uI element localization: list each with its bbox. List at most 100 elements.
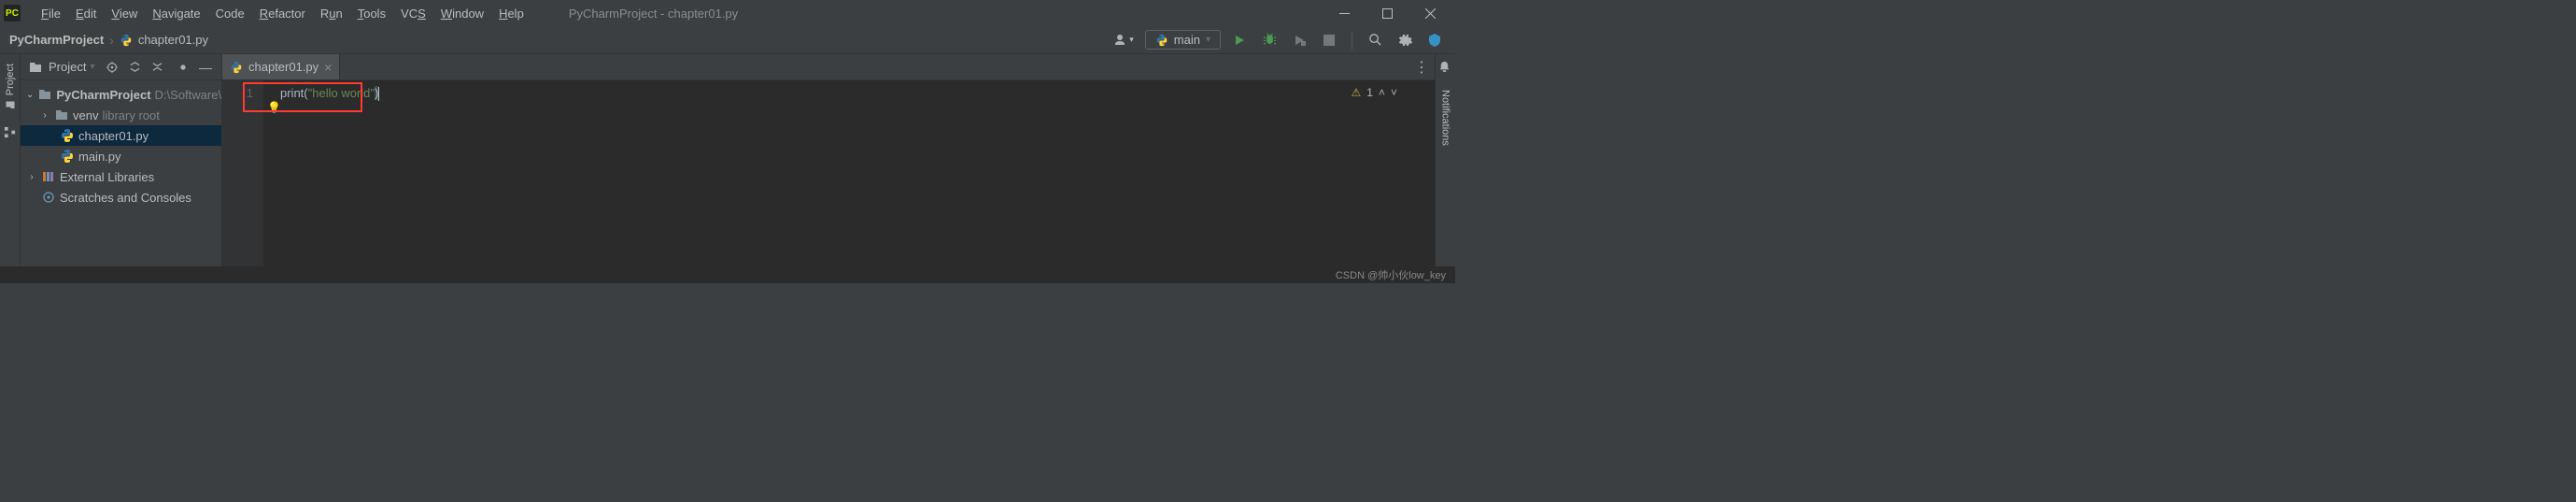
project-panel-title[interactable]: Project	[49, 60, 86, 74]
watermark-text: CSDN @帅小伙low_key	[1336, 267, 1446, 282]
project-tool-window: Project ▾ — PyCharmProject D:\Software\P…	[21, 54, 222, 266]
python-file-icon	[230, 61, 243, 74]
window-controls	[1323, 0, 1451, 26]
menu-tools[interactable]: TToolsools	[350, 3, 393, 24]
menu-refactor[interactable]: RRefactorefactor	[252, 3, 313, 24]
menu-run[interactable]: RuRunn	[313, 3, 350, 24]
tree-file-chapter01[interactable]: chapter01.py	[21, 125, 221, 146]
tree-venv-folder[interactable]: venv library root	[21, 105, 221, 125]
menu-edit[interactable]: EEditdit	[68, 3, 104, 24]
menu-view[interactable]: VViewiew	[104, 3, 145, 24]
code-with-me-button[interactable]	[1423, 29, 1446, 51]
close-tab-button[interactable]: ×	[324, 60, 332, 75]
right-tool-rail: Notifications	[1435, 54, 1455, 266]
left-tool-rail: Project	[0, 54, 21, 266]
code-editor[interactable]: print("hello world") 💡 ⚠ 1 ˄ ˅	[263, 80, 1435, 266]
tree-node-label: venv	[73, 108, 98, 122]
expand-arrow-icon[interactable]	[39, 110, 50, 121]
editor-area: chapter01.py × ⋮ 1 print("hello world") …	[222, 54, 1435, 266]
tree-node-label: main.py	[78, 150, 121, 164]
tree-external-libraries[interactable]: External Libraries	[21, 166, 221, 187]
panel-settings-button[interactable]	[175, 59, 191, 76]
tabs-overflow: ⋮	[1414, 54, 1435, 79]
menu-navigate[interactable]: NNavigateavigate	[145, 3, 207, 24]
expand-arrow-icon[interactable]	[26, 90, 34, 100]
scratches-icon	[41, 190, 56, 205]
status-bar: CSDN @帅小伙low_key	[0, 266, 1455, 283]
warning-count: 1	[1366, 86, 1373, 99]
next-highlight-button[interactable]: ˅	[1391, 86, 1397, 99]
editor-body: 1 print("hello world") 💡 ⚠ 1 ˄ ˅	[222, 80, 1435, 266]
menu-file[interactable]: FFileile	[34, 3, 68, 24]
code-token-string: "hello world"	[308, 86, 375, 100]
collapse-all-button[interactable]	[149, 59, 165, 76]
tree-file-main[interactable]: main.py	[21, 146, 221, 166]
select-opened-file-button[interactable]	[104, 59, 120, 76]
breadcrumb-separator: ›	[109, 33, 114, 48]
breadcrumb: PyCharmProject › chapter01.py	[9, 33, 208, 48]
prev-highlight-button[interactable]: ˄	[1379, 86, 1385, 99]
tree-scratches[interactable]: Scratches and Consoles	[21, 187, 221, 208]
project-tree: PyCharmProject D:\Software\PyCharm\PyCha…	[21, 80, 221, 211]
run-button[interactable]	[1228, 29, 1251, 51]
tree-node-label: External Libraries	[60, 170, 154, 184]
python-file-icon	[60, 149, 75, 164]
tab-options-button[interactable]: ⋮	[1414, 58, 1429, 77]
toolbar-right: ▾ main ▾	[1109, 29, 1446, 51]
inspection-widget[interactable]: ⚠ 1 ˄ ˅	[1352, 86, 1397, 99]
run-coverage-button[interactable]	[1288, 29, 1310, 51]
navigation-bar: PyCharmProject › chapter01.py ▾ main ▾	[0, 26, 1455, 54]
tree-node-label: chapter01.py	[78, 129, 149, 143]
window-title: PyCharmProject - chapter01.py	[569, 7, 738, 21]
editor-tabs: chapter01.py × ⋮	[222, 54, 1435, 80]
run-configuration-selector[interactable]: main ▾	[1145, 30, 1221, 50]
project-panel-header: Project ▾ —	[21, 54, 221, 80]
menu-bar: FFileile EEditdit VViewiew NNavigateavig…	[34, 3, 531, 24]
editor-tab-chapter01[interactable]: chapter01.py ×	[222, 54, 340, 79]
libraries-icon	[41, 169, 56, 184]
library-folder-icon	[54, 108, 69, 122]
python-icon	[1155, 34, 1168, 47]
main-area: Project Project ▾ — PyCharmProject	[0, 54, 1455, 266]
search-everywhere-button[interactable]	[1364, 29, 1386, 51]
breadcrumb-file[interactable]: chapter01.py	[138, 33, 208, 47]
tree-node-label: Scratches and Consoles	[60, 191, 191, 205]
folder-icon	[37, 87, 52, 102]
python-file-icon	[120, 34, 133, 47]
project-tool-button[interactable]: Project	[5, 58, 16, 116]
code-token-function: print	[280, 86, 304, 100]
notifications-tool-button[interactable]: Notifications	[1440, 86, 1451, 150]
tree-node-label: PyCharmProject	[56, 88, 150, 102]
app-icon: PC	[4, 5, 21, 22]
minimize-button[interactable]	[1323, 0, 1366, 26]
hide-panel-button[interactable]: —	[197, 59, 214, 76]
text-caret	[378, 86, 379, 100]
notifications-icon[interactable]	[1437, 60, 1454, 77]
structure-tool-button[interactable]	[3, 125, 18, 140]
settings-button[interactable]	[1394, 29, 1416, 51]
view-mode-dropdown[interactable]: ▾	[90, 62, 94, 72]
close-button[interactable]	[1408, 0, 1451, 26]
project-view-icon	[28, 60, 43, 75]
expand-all-button[interactable]	[126, 59, 143, 76]
menu-window[interactable]: WWindowindow	[433, 3, 491, 24]
intention-bulb-icon[interactable]: 💡	[267, 101, 281, 114]
menu-help[interactable]: HHelpelp	[491, 3, 531, 24]
warning-icon: ⚠	[1352, 86, 1362, 99]
maximize-button[interactable]	[1366, 0, 1408, 26]
menu-vcs[interactable]: VCSVCS	[393, 3, 433, 24]
tree-node-path: D:\Software\PyCharm\PyCharmPro	[155, 88, 221, 102]
run-config-label: main	[1174, 33, 1200, 47]
python-file-icon	[60, 128, 75, 143]
breadcrumb-project[interactable]: PyCharmProject	[9, 33, 104, 47]
line-number: 1	[222, 86, 253, 100]
tree-node-hint: library root	[102, 108, 159, 122]
stop-button[interactable]	[1318, 29, 1340, 51]
tree-root-project[interactable]: PyCharmProject D:\Software\PyCharm\PyCha…	[21, 84, 221, 105]
debug-button[interactable]	[1258, 29, 1281, 51]
menu-code[interactable]: Code	[208, 3, 252, 24]
expand-arrow-icon[interactable]	[26, 172, 37, 182]
user-menu-button[interactable]: ▾	[1109, 31, 1138, 50]
titlebar: PC FFileile EEditdit VViewiew NNavigatea…	[0, 0, 1455, 26]
line-gutter: 1	[222, 80, 263, 266]
